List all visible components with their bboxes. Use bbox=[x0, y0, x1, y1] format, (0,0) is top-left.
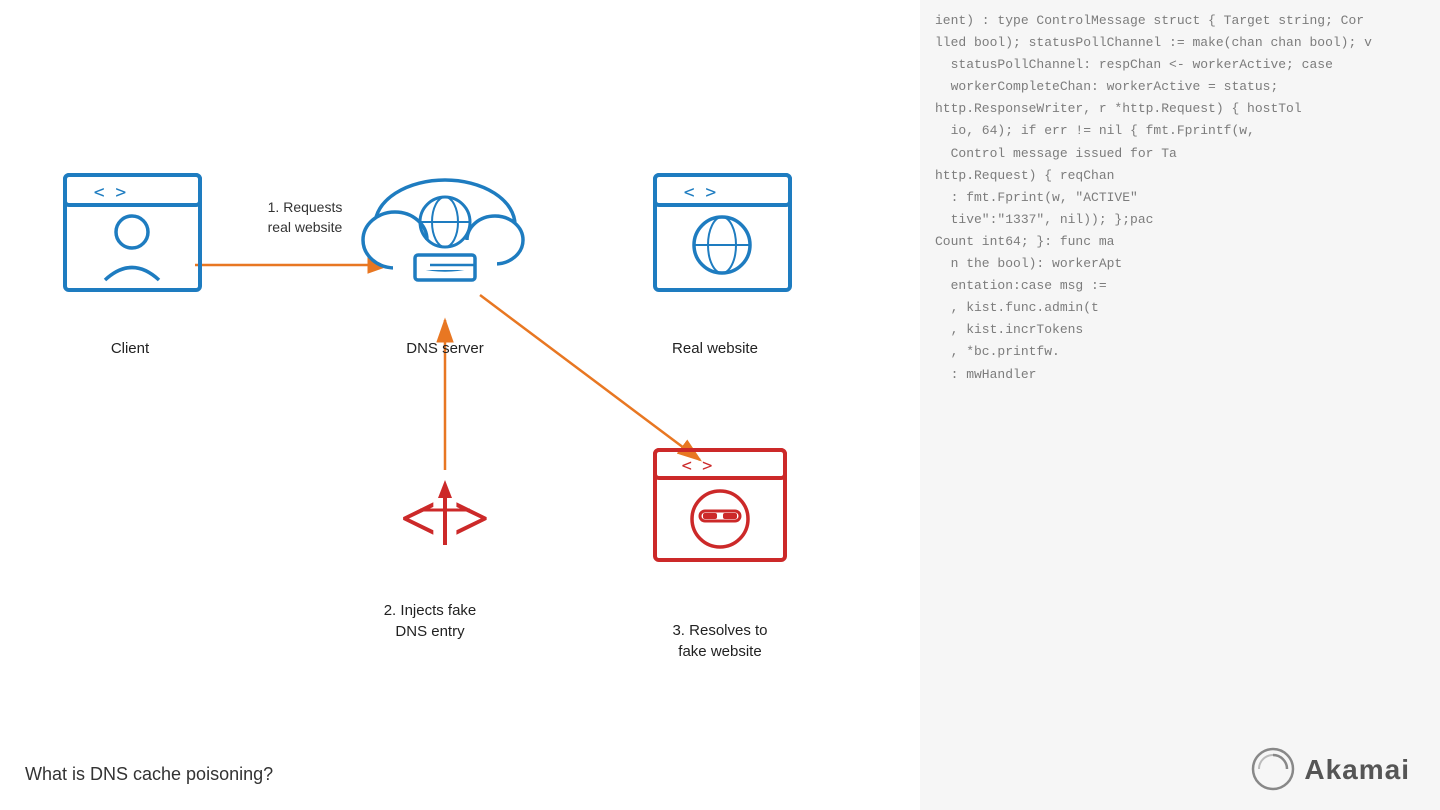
svg-text:< >: < > bbox=[94, 182, 127, 203]
code-line: lled bool); statusPollChannel := make(ch… bbox=[935, 32, 1425, 54]
client-label: Client bbox=[60, 340, 200, 357]
code-line: io, 64); if err != nil { fmt.Fprintf(w, bbox=[935, 120, 1425, 142]
code-line: statusPollChannel: respChan <- workerAct… bbox=[935, 54, 1425, 76]
akamai-text: Akamai bbox=[1304, 754, 1410, 786]
code-background: ient) : type ControlMessage struct { Tar… bbox=[920, 0, 1440, 810]
code-line: : fmt.Fprint(w, "ACTIVE" bbox=[935, 187, 1425, 209]
code-line: workerCompleteChan: workerActive = statu… bbox=[935, 76, 1425, 98]
real-website-label: Real website bbox=[640, 340, 790, 357]
code-line: entation:case msg := bbox=[935, 275, 1425, 297]
akamai-icon bbox=[1251, 747, 1296, 792]
code-line: n the bool): workerApt bbox=[935, 253, 1425, 275]
code-line: : mwHandler bbox=[935, 364, 1425, 386]
code-line: ient) : type ControlMessage struct { Tar… bbox=[935, 10, 1425, 32]
code-line: , kist.incrTokens bbox=[935, 319, 1425, 341]
code-line: http.Request) { reqChan bbox=[935, 165, 1425, 187]
arrow-1-label: 1. Requests real website bbox=[240, 198, 370, 237]
fake-website-label: 3. Resolves to fake website bbox=[635, 620, 805, 662]
code-line: Count int64; }: func ma bbox=[935, 231, 1425, 253]
code-line: Control message issued for Ta bbox=[935, 143, 1425, 165]
code-line: , *bc.printfw. bbox=[935, 341, 1425, 363]
attacker-label: 2. Injects fake DNS entry bbox=[340, 600, 520, 642]
dns-label: DNS server bbox=[370, 340, 520, 357]
page-title: What is DNS cache poisoning? bbox=[25, 764, 273, 785]
code-line: , kist.func.admin(t bbox=[935, 297, 1425, 319]
akamai-logo: Akamai bbox=[1251, 747, 1410, 792]
code-line: http.ResponseWriter, r *http.Request) { … bbox=[935, 98, 1425, 120]
svg-text:< >: < > bbox=[684, 182, 717, 203]
code-line: tive":"1337", nil)); };pac bbox=[935, 209, 1425, 231]
svg-text:< >: < > bbox=[682, 456, 713, 476]
